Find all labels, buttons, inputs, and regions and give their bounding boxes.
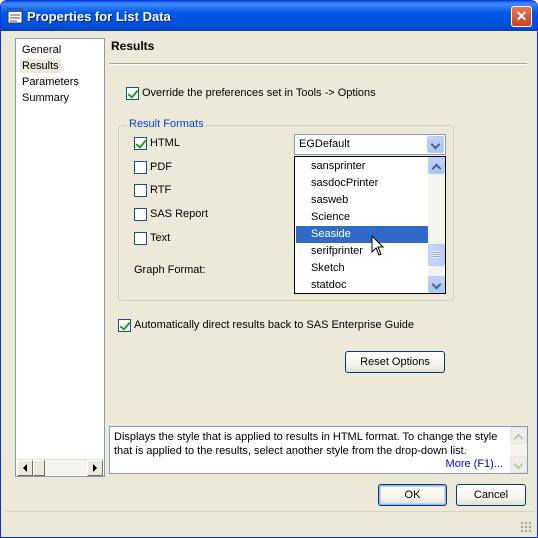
override-checkbox[interactable] <box>126 87 139 100</box>
scroll-right-button[interactable] <box>87 460 103 476</box>
nav-horizontal-scrollbar[interactable] <box>17 459 103 476</box>
style-option[interactable]: statdoc <box>296 277 428 294</box>
html-label: HTML <box>150 137 180 149</box>
text-checkbox[interactable] <box>134 232 147 245</box>
help-scroll-up-button[interactable] <box>510 427 527 444</box>
result-formats-legend: Result Formats <box>127 118 206 130</box>
chevron-up-icon <box>513 433 524 444</box>
override-label: Override the preferences set in Tools ->… <box>142 87 376 99</box>
nav-list: General Results Parameters Summary <box>15 38 105 477</box>
reset-options-button[interactable]: Reset Options <box>345 351 445 373</box>
rtf-label: RTF <box>150 184 172 196</box>
more-help-link[interactable]: More (F1)... <box>446 458 503 470</box>
scroll-thumb[interactable] <box>33 460 45 476</box>
graph-format-label: Graph Format: <box>134 264 206 276</box>
help-vertical-scrollbar[interactable] <box>510 427 527 473</box>
window-title: Properties for List Data <box>27 9 171 24</box>
right-arrow-icon <box>93 464 97 472</box>
rtf-checkbox[interactable] <box>134 184 147 197</box>
ok-button[interactable]: OK <box>378 484 447 506</box>
dropdown-vertical-scrollbar[interactable] <box>428 157 445 293</box>
cancel-button[interactable]: Cancel <box>456 484 526 506</box>
help-text: Displays the style that is applied to re… <box>114 431 498 457</box>
style-dropdown-button[interactable] <box>427 136 444 153</box>
style-dropdown-list: sansprinter sasdocPrinter sasweb Science… <box>294 156 446 294</box>
nav-item-general[interactable]: General <box>20 43 63 57</box>
chevron-down-icon <box>430 139 441 150</box>
nav-item-results[interactable]: Results <box>20 59 61 73</box>
scroll-down-button[interactable] <box>428 276 445 293</box>
resize-grip-icon[interactable] <box>520 521 532 533</box>
style-option[interactable]: sansprinter <box>296 158 428 175</box>
style-option[interactable]: Science <box>296 209 428 226</box>
dialog-body: General Results Parameters Summary Resul… <box>5 31 534 535</box>
scroll-left-button[interactable] <box>17 460 33 476</box>
sas-report-label: SAS Report <box>150 208 209 220</box>
mouse-pointer-icon <box>371 235 385 256</box>
chevron-down-icon <box>431 279 442 290</box>
page-title: Results <box>111 39 155 53</box>
close-icon: ✕ <box>515 8 528 24</box>
nav-item-summary[interactable]: Summary <box>20 91 71 105</box>
properties-icon <box>7 8 23 24</box>
chevron-down-icon <box>513 459 524 470</box>
style-combobox-value: EGDefault <box>299 138 350 150</box>
pdf-label: PDF <box>150 161 172 173</box>
style-option-selected[interactable]: Seaside <box>296 226 428 243</box>
close-button[interactable]: ✕ <box>511 6 532 27</box>
nav-item-parameters[interactable]: Parameters <box>20 75 81 89</box>
auto-direct-label: Automatically direct results back to SAS… <box>134 319 415 331</box>
style-option[interactable]: sasweb <box>296 192 428 209</box>
html-checkbox[interactable] <box>134 137 147 150</box>
style-option[interactable]: sasdocPrinter <box>296 175 428 192</box>
text-label: Text <box>150 232 171 244</box>
dropdown-scroll-thumb[interactable] <box>428 244 445 266</box>
properties-dialog: Properties for List Data ✕ General Resul… <box>0 0 538 538</box>
status-strip <box>5 511 534 535</box>
style-combobox[interactable]: EGDefault <box>294 134 446 155</box>
left-arrow-icon <box>23 464 27 472</box>
title-bar[interactable]: Properties for List Data ✕ <box>1 1 537 31</box>
help-scroll-down-button[interactable] <box>510 456 527 473</box>
title-divider <box>109 63 527 65</box>
sas-report-checkbox[interactable] <box>134 208 147 221</box>
pdf-checkbox[interactable] <box>134 161 147 174</box>
style-option[interactable]: serifprinter <box>296 243 428 260</box>
auto-direct-checkbox[interactable] <box>118 319 131 332</box>
help-panel: Displays the style that is applied to re… <box>109 426 528 474</box>
chevron-up-icon <box>431 163 442 174</box>
style-option[interactable]: Sketch <box>296 260 428 277</box>
scroll-up-button[interactable] <box>428 157 445 174</box>
